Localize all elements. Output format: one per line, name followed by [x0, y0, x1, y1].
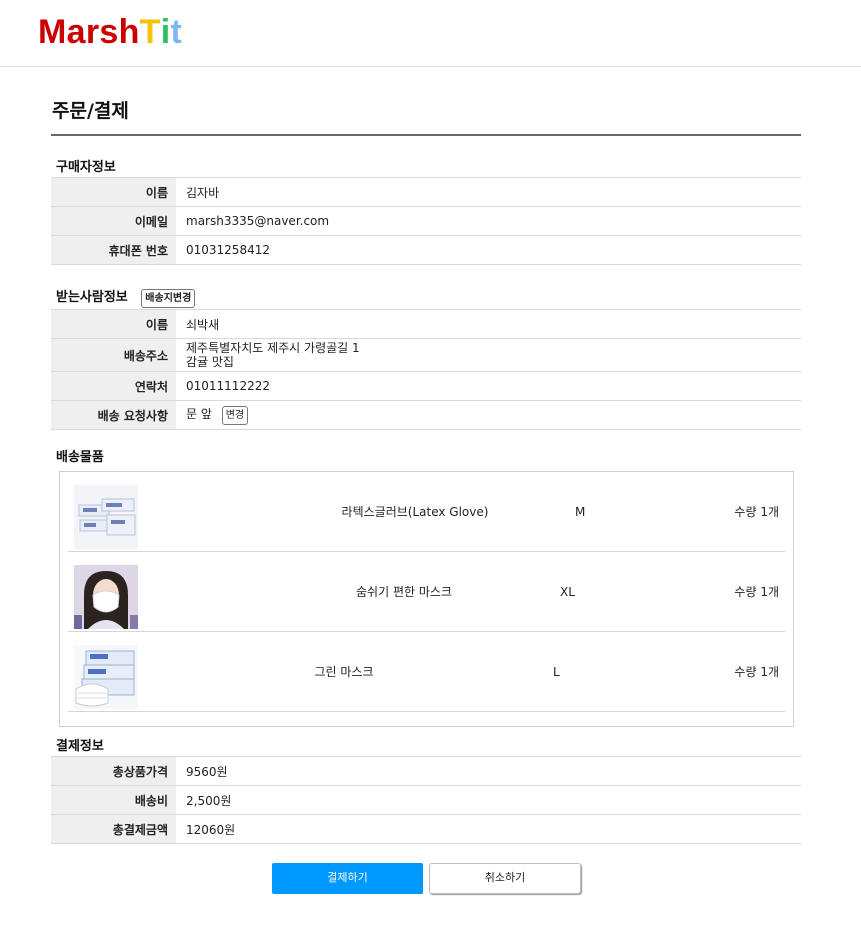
shipping-fee-value: 2,500원 [186, 793, 232, 808]
list-item: 숨쉬기 편한 마스크 XL 수량 1개 [68, 552, 785, 632]
page-title: 주문/결제 [52, 100, 129, 122]
shipping-fee-label: 배송비 [51, 785, 176, 815]
buyer-info-table: 이름 김자바 이메일 marsh3335@naver.com 휴대폰 번호 01… [51, 177, 801, 265]
item-name: 라텍스글러브(Latex Glove) [341, 505, 489, 519]
recipient-address-label: 배송주소 [51, 338, 176, 372]
cancel-button[interactable]: 취소하기 [429, 863, 581, 894]
buyer-row-phone: 휴대폰 번호 01031258412 [51, 235, 801, 265]
item-name: 그린 마스크 [314, 665, 374, 679]
item-size: M [575, 505, 586, 519]
recipient-section-label: 받는사람정보 [56, 290, 128, 305]
payment-section-title: 결제정보 [56, 739, 104, 754]
site-logo[interactable]: MarshTit [38, 12, 182, 52]
item-quantity: 수량 1개 [734, 585, 779, 599]
subtotal-label: 총상품가격 [51, 756, 176, 786]
total-value: 12060원 [186, 822, 236, 837]
buyer-section-title: 구매자정보 [56, 160, 116, 175]
logo-part-3: i [160, 13, 171, 51]
item-name: 숨쉬기 편한 마스크 [356, 585, 452, 599]
recipient-section-title: 받는사람정보 배송지변경 [56, 286, 196, 308]
recipient-row-phone: 연락처 01011112222 [51, 371, 801, 401]
item-quantity: 수량 1개 [734, 665, 779, 679]
recipient-info-table: 이름 쇠박새 배송주소 제주특별자치도 제주시 가령골길 1 감귤 맛집 연락처… [51, 309, 801, 430]
item-quantity: 수량 1개 [734, 505, 779, 519]
total-label: 총결제금액 [51, 814, 176, 844]
buyer-row-email: 이메일 marsh3335@naver.com [51, 206, 801, 236]
pay-button[interactable]: 결제하기 [272, 863, 423, 894]
site-header: MarshTit [0, 0, 861, 67]
buyer-name-value: 김자바 [186, 185, 220, 200]
mask-box-icon [74, 645, 138, 709]
item-size: XL [560, 585, 575, 599]
recipient-row-request: 배송 요청사항 문 앞 변경 [51, 400, 801, 430]
buyer-row-name: 이름 김자바 [51, 177, 801, 207]
items-section-title: 배송물품 [56, 450, 104, 465]
recipient-name-label: 이름 [51, 309, 176, 339]
change-request-button[interactable]: 변경 [221, 406, 249, 425]
recipient-row-address: 배송주소 제주특별자치도 제주시 가령골길 1 감귤 맛집 [51, 338, 801, 372]
mask-model-icon [74, 565, 138, 629]
recipient-address-value: 제주특별자치도 제주시 가령골길 1 감귤 맛집 [176, 339, 801, 372]
delivery-request-cell: 문 앞 변경 [176, 401, 801, 430]
logo-part-2: T [139, 13, 161, 51]
address-line-1: 제주특별자치도 제주시 가령골길 1 [186, 341, 360, 355]
recipient-phone-value: 01011112222 [186, 379, 270, 393]
delivery-request-label: 배송 요청사항 [51, 400, 176, 430]
buyer-phone-label: 휴대폰 번호 [51, 235, 176, 265]
buyer-email-value: marsh3335@naver.com [186, 214, 330, 228]
payment-row-subtotal: 총상품가격 9560원 [51, 756, 801, 786]
buyer-phone-value: 01031258412 [186, 243, 270, 257]
payment-row-shipping: 배송비 2,500원 [51, 785, 801, 815]
recipient-row-name: 이름 쇠박새 [51, 309, 801, 339]
list-item: 그린 마스크 L 수량 1개 [68, 632, 785, 712]
buyer-email-label: 이메일 [51, 206, 176, 236]
logo-part-4: t [170, 13, 183, 51]
change-address-button[interactable]: 배송지변경 [141, 289, 196, 308]
items-box: 라텍스글러브(Latex Glove) M 수량 1개 숨쉬기 편한 마스크 X… [59, 471, 794, 727]
buyer-name-label: 이름 [51, 177, 176, 207]
delivery-request-value: 문 앞 [186, 407, 212, 421]
payment-info-table: 총상품가격 9560원 배송비 2,500원 총결제금액 12060원 [51, 756, 801, 844]
latex-glove-box-icon [74, 485, 138, 549]
recipient-phone-label: 연락처 [51, 371, 176, 401]
title-divider [51, 134, 801, 136]
list-item: 라텍스글러브(Latex Glove) M 수량 1개 [68, 472, 785, 552]
address-line-2: 감귤 맛집 [186, 355, 234, 369]
payment-row-total: 총결제금액 12060원 [51, 814, 801, 844]
subtotal-value: 9560원 [186, 764, 228, 779]
logo-part-1: Marsh [38, 13, 140, 51]
item-size: L [553, 665, 560, 679]
recipient-name-value: 쇠박새 [186, 317, 220, 332]
